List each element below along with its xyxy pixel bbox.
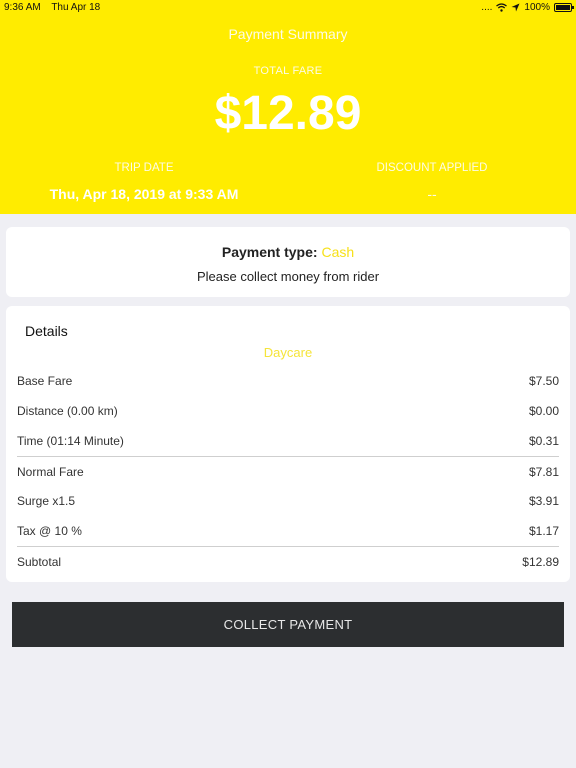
discount-section: DISCOUNT APPLIED -- — [288, 162, 576, 202]
details-card: Details Daycare Base Fare $7.50 Distance… — [6, 306, 570, 582]
fare-row-label: Surge x1.5 — [17, 494, 76, 508]
status-time: 9:36 AM — [4, 2, 41, 13]
payment-type-value: Cash — [321, 244, 355, 260]
payment-type: Payment type: Cash — [6, 244, 570, 260]
discount-value: -- — [427, 186, 437, 202]
fare-row-label: Normal Fare — [17, 464, 84, 479]
discount-label: DISCOUNT APPLIED — [376, 162, 488, 174]
payment-type-card: Payment type: Cash Please collect money … — [6, 227, 570, 297]
total-fare-label: TOTAL FARE — [253, 65, 323, 77]
status-right: .... 100% — [481, 2, 574, 13]
fare-row-label: Tax @ 10 % — [17, 524, 82, 538]
fare-row-subtotal: Subtotal $12.89 — [17, 546, 559, 576]
payment-type-label: Payment type: — [221, 244, 318, 260]
fare-row-value: $0.31 — [528, 434, 559, 448]
fare-row-label: Base Fare — [17, 374, 73, 388]
fare-row-normal: Normal Fare $7.81 — [17, 456, 559, 486]
trip-date-label: TRIP DATE — [114, 162, 174, 174]
status-bar: 9:36 AM Thu Apr 18 .... 100% — [0, 0, 576, 16]
status-date: Thu Apr 18 — [51, 2, 101, 13]
fare-row-base: Base Fare $7.50 — [17, 366, 559, 396]
collect-payment-button[interactable]: COLLECT PAYMENT — [12, 602, 564, 647]
fare-breakdown: Base Fare $7.50 Distance (0.00 km) $0.00… — [17, 366, 559, 576]
status-left: 9:36 AM Thu Apr 18 — [4, 2, 108, 13]
fare-row-label: Time (01:14 Minute) — [17, 434, 124, 448]
battery-icon — [554, 3, 574, 12]
wifi-icon — [496, 3, 508, 12]
battery-percent: 100% — [524, 2, 550, 13]
details-title: Details — [25, 323, 68, 339]
fare-row-value: $7.50 — [528, 374, 559, 388]
fare-row-distance: Distance (0.00 km) $0.00 — [17, 396, 559, 426]
fare-row-value: $3.91 — [528, 494, 559, 508]
trip-date-value: Thu, Apr 18, 2019 at 9:33 AM — [49, 186, 239, 202]
fare-row-time: Time (01:14 Minute) $0.31 — [17, 426, 559, 456]
fare-row-value: $7.81 — [528, 464, 559, 479]
fare-row-tax: Tax @ 10 % $1.17 — [17, 516, 559, 546]
fare-row-value: $12.89 — [522, 554, 559, 569]
fare-row-surge: Surge x1.5 $3.91 — [17, 486, 559, 516]
fare-row-value: $1.17 — [528, 524, 559, 538]
fare-row-value: $0.00 — [528, 404, 559, 418]
fare-row-label: Subtotal — [17, 554, 62, 569]
total-fare-amount: $12.89 — [214, 87, 362, 140]
vehicle-type: Daycare — [263, 345, 313, 360]
trip-date-section: TRIP DATE Thu, Apr 18, 2019 at 9:33 AM — [0, 162, 288, 202]
signal-dots: .... — [481, 2, 493, 13]
payment-note: Please collect money from rider — [196, 269, 380, 284]
page-title: Payment Summary — [228, 26, 348, 42]
payment-summary-header: Payment Summary TOTAL FARE $12.89 TRIP D… — [0, 16, 576, 214]
location-arrow-icon — [511, 3, 520, 12]
fare-row-label: Distance (0.00 km) — [17, 404, 118, 418]
